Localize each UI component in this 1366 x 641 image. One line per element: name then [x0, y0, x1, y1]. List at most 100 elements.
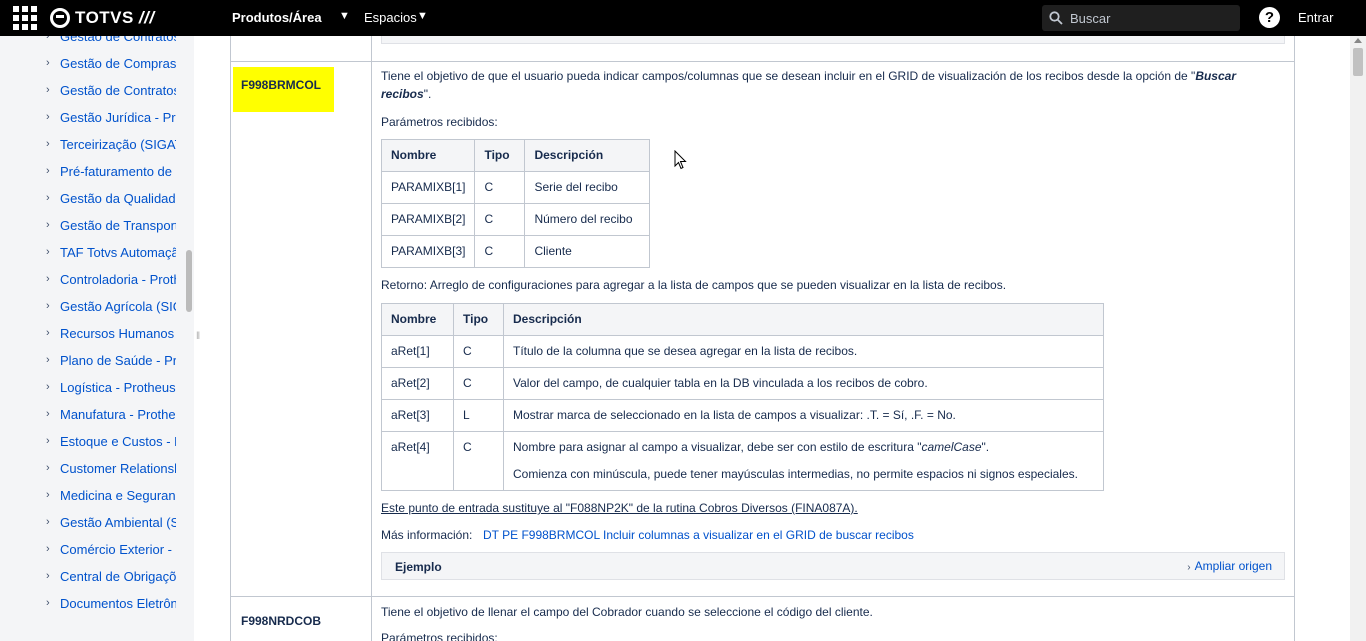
- search-input[interactable]: Buscar: [1042, 5, 1240, 31]
- chevron-right-icon[interactable]: ›: [46, 489, 50, 501]
- totvs-logo[interactable]: TOTVS ///: [50, 6, 155, 30]
- table-cell: PARAMIXB[2]: [380, 203, 476, 236]
- sidebar-item-label: Comércio Exterior - P: [60, 542, 176, 557]
- app-switcher-grid-icon[interactable]: [13, 6, 37, 30]
- replacement-note[interactable]: Este punto de entrada sustituye al "F088…: [381, 501, 858, 515]
- chevron-right-icon[interactable]: ›: [46, 435, 50, 447]
- sidebar-item[interactable]: › Pré-faturamento de S: [0, 164, 176, 184]
- chevron-right-icon[interactable]: ›: [46, 381, 50, 393]
- sidebar-item[interactable]: › Gestão de Contratos: [0, 36, 176, 49]
- chevron-right-icon[interactable]: ›: [46, 57, 50, 69]
- chevron-right-icon[interactable]: ›: [46, 543, 50, 555]
- chevron-right-icon[interactable]: ›: [46, 84, 50, 96]
- scrollbar-thumb[interactable]: [1353, 48, 1363, 76]
- table-cell: Cliente: [524, 235, 651, 268]
- chevron-down-icon[interactable]: ▼: [339, 10, 350, 22]
- sidebar-item-label: Controladoria - Proth: [60, 272, 176, 287]
- sidebar-item[interactable]: › Gestão de Compras -: [0, 56, 176, 76]
- table-cell: C: [453, 335, 504, 368]
- chevron-right-icon[interactable]: ›: [46, 300, 50, 312]
- help-icon[interactable]: ?: [1259, 7, 1280, 28]
- sidebar-item[interactable]: › TAF Totvs Automação: [0, 245, 176, 265]
- entry-key: F998BRMCOL: [241, 78, 322, 92]
- table-cell: aRet[1]: [381, 335, 454, 368]
- chevron-right-icon[interactable]: ›: [46, 111, 50, 123]
- logo-slashes: ///: [138, 8, 155, 27]
- chevron-right-icon[interactable]: ›: [46, 408, 50, 420]
- sidebar-item[interactable]: › Medicina e Seguranç: [0, 488, 176, 508]
- chevron-right-icon[interactable]: ›: [46, 192, 50, 204]
- main-content: F998BRMCOL Tiene el objetivo de que el u…: [230, 36, 1296, 641]
- cell-italic: camelCase: [921, 440, 982, 454]
- sidebar-item-label: Gestão da Qualidade: [60, 191, 176, 206]
- sidebar-item-label: TAF Totvs Automação: [60, 245, 176, 260]
- sidebar-item[interactable]: › Gestão de Transporte: [0, 218, 176, 238]
- table-cell: Número del recibo: [524, 203, 651, 236]
- table-row: PARAMIXB[3] C Cliente: [380, 235, 651, 268]
- chevron-right-icon[interactable]: ›: [46, 138, 50, 150]
- chevron-right-icon[interactable]: ›: [46, 36, 50, 42]
- sidebar-item[interactable]: › Gestão de Contratos: [0, 83, 176, 103]
- sidebar-item[interactable]: › Gestão Ambiental (SI: [0, 515, 176, 535]
- example-code-box: Ejemplo › Ampliar origen: [381, 552, 1285, 580]
- table-row: PARAMIXB[2] C Número del recibo: [380, 203, 651, 236]
- sidebar-item[interactable]: › Logística - Protheus: [0, 380, 176, 400]
- sidebar-item[interactable]: › Terceirização (SIGATE: [0, 137, 176, 157]
- mouse-cursor-icon: [674, 150, 687, 170]
- example-title: Ejemplo: [395, 560, 442, 574]
- scroll-up-arrow-icon[interactable]: [1354, 38, 1362, 43]
- spaces-menu[interactable]: Espacios: [364, 10, 417, 25]
- login-button[interactable]: Entrar: [1298, 10, 1333, 25]
- sidebar-item[interactable]: › Gestão Jurídica - Pro: [0, 110, 176, 130]
- previous-example-box[interactable]: [381, 36, 1285, 44]
- sidebar-item-label: Pré-faturamento de S: [60, 164, 176, 179]
- chevron-right-icon[interactable]: ›: [46, 570, 50, 582]
- sidebar-item[interactable]: › Gestão Agrícola (SIG: [0, 299, 176, 319]
- more-info-label: Más información:: [381, 528, 473, 542]
- table-cell: Serie del recibo: [524, 171, 651, 204]
- sidebar-item-label: Gestão Ambiental (SI: [60, 515, 176, 530]
- params-label: Parámetros recibidos:: [381, 631, 498, 641]
- logo-text: TOTVS: [75, 8, 134, 27]
- page-scrollbar[interactable]: [1350, 36, 1366, 641]
- chevron-right-icon[interactable]: ›: [46, 327, 50, 339]
- more-info-link[interactable]: DT PE F998BRMCOL Incluir columnas a visu…: [483, 528, 914, 542]
- sidebar-item[interactable]: › Manufatura - Prothe: [0, 407, 176, 427]
- sidebar-item-label: Gestão de Compras -: [60, 56, 176, 71]
- sidebar-item-label: Medicina e Seguranç: [60, 488, 176, 503]
- products-menu[interactable]: Produtos/Área: [232, 10, 322, 25]
- chevron-right-icon[interactable]: ›: [46, 354, 50, 366]
- search-icon: [1049, 11, 1063, 25]
- sidebar-item[interactable]: › Central de Obrigaçõe: [0, 569, 176, 589]
- sidebar-item-label: Plano de Saúde - Pro: [60, 353, 176, 368]
- chevron-right-icon[interactable]: ›: [46, 597, 50, 609]
- sidebar-item[interactable]: › Customer Relationsh: [0, 461, 176, 481]
- entry-key-highlight: F998BRMCOL: [233, 67, 334, 112]
- sidebar-item-label: Central de Obrigaçõe: [60, 569, 176, 584]
- chevron-right-icon[interactable]: ›: [46, 165, 50, 177]
- chevron-right-icon[interactable]: ›: [46, 246, 50, 258]
- table-cell: Mostrar marca de seleccionado en la list…: [503, 399, 1104, 432]
- chevron-right-icon[interactable]: ›: [46, 516, 50, 528]
- sidebar-resize-handle[interactable]: ‖: [196, 331, 200, 342]
- sidebar-scrollbar-thumb[interactable]: [186, 250, 192, 312]
- chevron-down-icon[interactable]: ▼: [417, 10, 428, 22]
- sidebar-item-label: Recursos Humanos -: [60, 326, 176, 341]
- sidebar-item[interactable]: › Estoque e Custos - P: [0, 434, 176, 454]
- sidebar-item[interactable]: › Controladoria - Proth: [0, 272, 176, 292]
- sidebar-item-label: Gestão de Transporte: [60, 218, 176, 233]
- table-border-left: [230, 36, 231, 641]
- table-header-row: Nombre Tipo Descripción: [381, 303, 1104, 336]
- sidebar-item[interactable]: › Recursos Humanos -: [0, 326, 176, 346]
- chevron-right-icon[interactable]: ›: [46, 462, 50, 474]
- sidebar-item[interactable]: › Comércio Exterior - P: [0, 542, 176, 562]
- sidebar-item[interactable]: › Documentos Eletrôn: [0, 596, 176, 616]
- chevron-right-icon[interactable]: ›: [46, 273, 50, 285]
- return-table: Nombre Tipo Descripción aRet[1] C Título…: [381, 303, 1104, 491]
- sidebar-item[interactable]: › Gestão da Qualidade: [0, 191, 176, 211]
- chevron-right-icon[interactable]: ›: [46, 219, 50, 231]
- table-cell: PARAMIXB[1]: [380, 171, 476, 204]
- expand-source-button[interactable]: › Ampliar origen: [1187, 559, 1272, 573]
- sidebar-item[interactable]: › Plano de Saúde - Pro: [0, 353, 176, 373]
- sidebar-item-label: Estoque e Custos - P: [60, 434, 176, 449]
